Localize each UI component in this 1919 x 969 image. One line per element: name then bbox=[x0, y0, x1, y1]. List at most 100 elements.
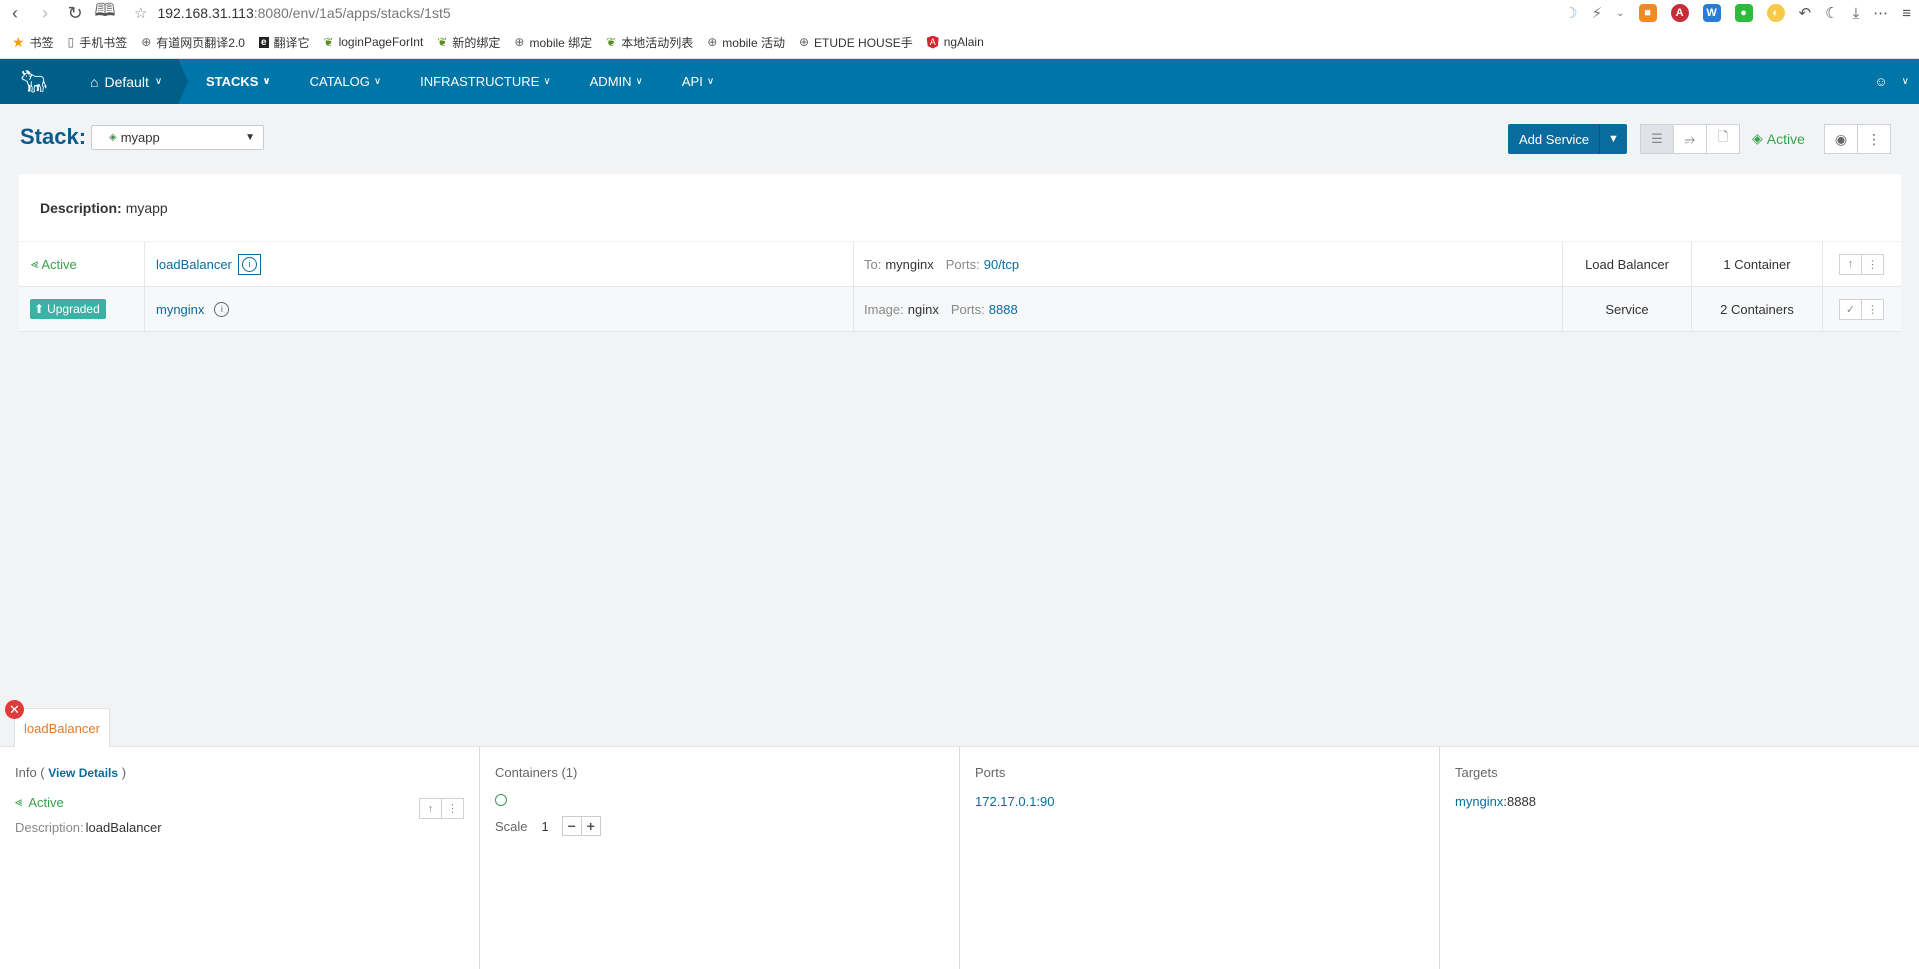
description-card: Description: myapp bbox=[19, 174, 1901, 241]
angular-ext-icon[interactable]: A bbox=[1670, 4, 1689, 22]
phone-icon: ▯ bbox=[67, 35, 75, 49]
bookmark-item[interactable]: ▯ 手机书签 bbox=[68, 34, 128, 51]
service-name-link[interactable]: mynginx bbox=[156, 302, 204, 317]
bookmark-item[interactable]: ⊕ mobile 绑定 bbox=[514, 34, 592, 51]
moon-wave-icon[interactable]: ☽ bbox=[1564, 4, 1577, 22]
e-icon: e bbox=[258, 36, 269, 48]
plus-icon[interactable]: + bbox=[580, 816, 601, 836]
stack-state-label: Active bbox=[1766, 130, 1805, 147]
container-running-icon[interactable] bbox=[495, 794, 507, 806]
bookmark-item[interactable]: ⊕ ETUDE HOUSE手 bbox=[799, 34, 913, 51]
close-tab-icon[interactable]: ✕ bbox=[5, 700, 24, 719]
list-view-icon[interactable]: ☰ bbox=[1640, 124, 1674, 154]
port-link[interactable]: 172.17.0.1:90 bbox=[975, 794, 1424, 809]
compose-file-icon[interactable]: 🗋 bbox=[1706, 124, 1740, 154]
target-port: :8888 bbox=[1503, 794, 1536, 809]
night-mode-icon[interactable]: ☾ bbox=[1825, 4, 1838, 22]
service-name-cell: loadBalancer i bbox=[145, 242, 854, 286]
chevron-down-icon[interactable]: ⌄ bbox=[1616, 8, 1624, 19]
bookmark-star-icon[interactable]: ☆ bbox=[134, 4, 147, 22]
info-state: ⪡ Active bbox=[15, 794, 464, 810]
user-menu[interactable]: ☺ ∨ bbox=[1874, 74, 1909, 89]
bookmark-item[interactable]: ⊕ mobile 活动 bbox=[707, 34, 785, 51]
bookmark-item[interactable]: ❦ 新的绑定 bbox=[437, 34, 500, 51]
layers-icon: ◈ bbox=[1752, 130, 1763, 146]
scale-label: Scale bbox=[495, 818, 528, 834]
graph-view-icon[interactable]: ⭌ bbox=[1673, 124, 1707, 154]
home-icon: ⌂ bbox=[90, 73, 99, 90]
menu-catalog[interactable]: CATALOG ∨ bbox=[310, 74, 401, 89]
detail-key: Image: bbox=[864, 301, 904, 317]
forward-icon[interactable]: › bbox=[30, 0, 60, 26]
undo-icon[interactable]: ↶ bbox=[1799, 4, 1812, 22]
info-button[interactable]: i bbox=[237, 253, 261, 275]
view-details-link[interactable]: View Details bbox=[48, 766, 118, 780]
info-title: Info ( View Details ) bbox=[15, 765, 464, 780]
back-icon[interactable]: ‹ bbox=[0, 0, 30, 26]
stack-label: Stack: bbox=[20, 124, 87, 149]
detail-value: nginx bbox=[907, 301, 939, 317]
containers-title: Containers (1) bbox=[495, 765, 578, 780]
service-name-link[interactable]: loadBalancer bbox=[156, 257, 232, 272]
port-link[interactable]: 8888 bbox=[989, 302, 1018, 317]
menu-stacks[interactable]: STACKS ∨ bbox=[206, 74, 290, 89]
rancher-logo[interactable]: 🐂︎ bbox=[0, 59, 68, 104]
menu-icon[interactable]: ≡ bbox=[1902, 5, 1911, 22]
stop-icon[interactable]: ◉ bbox=[1824, 124, 1858, 154]
bookmark-label: mobile 绑定 bbox=[529, 35, 593, 50]
reload-icon[interactable]: ↻ bbox=[60, 0, 90, 26]
chevron-down-icon: ∨ bbox=[1901, 76, 1909, 87]
service-detail: Image: nginx Ports: 8888 bbox=[854, 287, 1563, 331]
address-bar[interactable]: ☆ 192.168.31.113:8080/env/1a5/apps/stack… bbox=[134, 4, 451, 22]
scale-stepper: − + bbox=[561, 816, 601, 836]
target-link[interactable]: mynginx bbox=[1455, 794, 1503, 809]
layers-icon: ◈ bbox=[109, 132, 117, 143]
environment-switcher[interactable]: ⌂ Default ∨ bbox=[68, 59, 188, 104]
tab-loadbalancer[interactable]: loadBalancer bbox=[14, 708, 110, 747]
add-service-button[interactable]: Add Service ▼ bbox=[1508, 124, 1627, 154]
stack-select[interactable]: ◈ myapp ▼ bbox=[91, 125, 264, 150]
word-icon[interactable]: W bbox=[1702, 4, 1721, 22]
download-icon[interactable]: ⤓ bbox=[1853, 5, 1860, 22]
game-icon[interactable]: ■ bbox=[1638, 4, 1657, 22]
menu-label: API bbox=[681, 74, 703, 89]
info-icon[interactable]: i bbox=[214, 301, 230, 317]
wechat-icon[interactable]: ● bbox=[1734, 4, 1753, 22]
more-vertical-icon[interactable]: ⋮ bbox=[441, 798, 464, 819]
menu-api[interactable]: API ∨ bbox=[682, 74, 733, 89]
finish-upgrade-icon[interactable]: ✓ bbox=[1839, 298, 1862, 320]
menu-label: ADMIN bbox=[589, 74, 632, 89]
bookmark-item[interactable]: ★ 书签 bbox=[12, 34, 54, 51]
detail-key: Ports: bbox=[950, 301, 985, 317]
detail-key: Ports: bbox=[945, 256, 980, 272]
more-icon[interactable]: ⋯ bbox=[1873, 4, 1888, 22]
chevron-down-icon: ∨ bbox=[543, 76, 551, 87]
description-value: myapp bbox=[125, 199, 168, 216]
port-link[interactable]: 90/tcp bbox=[984, 257, 1019, 272]
menu-admin[interactable]: ADMIN ∨ bbox=[590, 74, 662, 89]
bookmark-label: ngAlain bbox=[943, 35, 984, 49]
bolt-icon[interactable]: ⚡︎ bbox=[1592, 4, 1603, 22]
minus-icon[interactable]: − bbox=[561, 816, 582, 836]
bookmark-item[interactable]: ❦ loginPageForInt bbox=[324, 35, 424, 49]
info-description: Description: loadBalancer bbox=[15, 820, 464, 835]
upgrade-icon[interactable]: ↑ bbox=[1839, 253, 1862, 275]
moon-ext-icon[interactable]: ◐ bbox=[1766, 4, 1785, 22]
globe-icon: ⊕ bbox=[514, 35, 525, 49]
reader-icon[interactable]: 🕮 bbox=[90, 0, 120, 26]
menu-infrastructure[interactable]: INFRASTRUCTURE ∨ bbox=[420, 74, 570, 89]
stack-actions: ◉ ⋮ bbox=[1824, 124, 1891, 154]
bookmark-label: 新的绑定 bbox=[452, 35, 501, 50]
bookmark-item[interactable]: ⊕ 有道网页翻译2.0 bbox=[141, 34, 245, 51]
globe-icon: ⊕ bbox=[707, 35, 718, 49]
more-vertical-icon[interactable]: ⋮ bbox=[1857, 124, 1891, 154]
bookmark-item[interactable]: AngAlain bbox=[926, 35, 984, 49]
add-service-dropdown[interactable]: ▼ bbox=[1599, 124, 1627, 154]
more-vertical-icon[interactable]: ⋮ bbox=[1861, 298, 1884, 320]
upgrade-icon[interactable]: ↑ bbox=[419, 798, 442, 819]
bookmark-item[interactable]: e 翻译它 bbox=[258, 34, 310, 51]
leaf-icon: ❦ bbox=[606, 35, 617, 49]
bookmark-item[interactable]: ❦ 本地活动列表 bbox=[606, 34, 693, 51]
more-vertical-icon[interactable]: ⋮ bbox=[1861, 253, 1884, 275]
row-actions: ↑ ⋮ bbox=[1823, 242, 1901, 286]
